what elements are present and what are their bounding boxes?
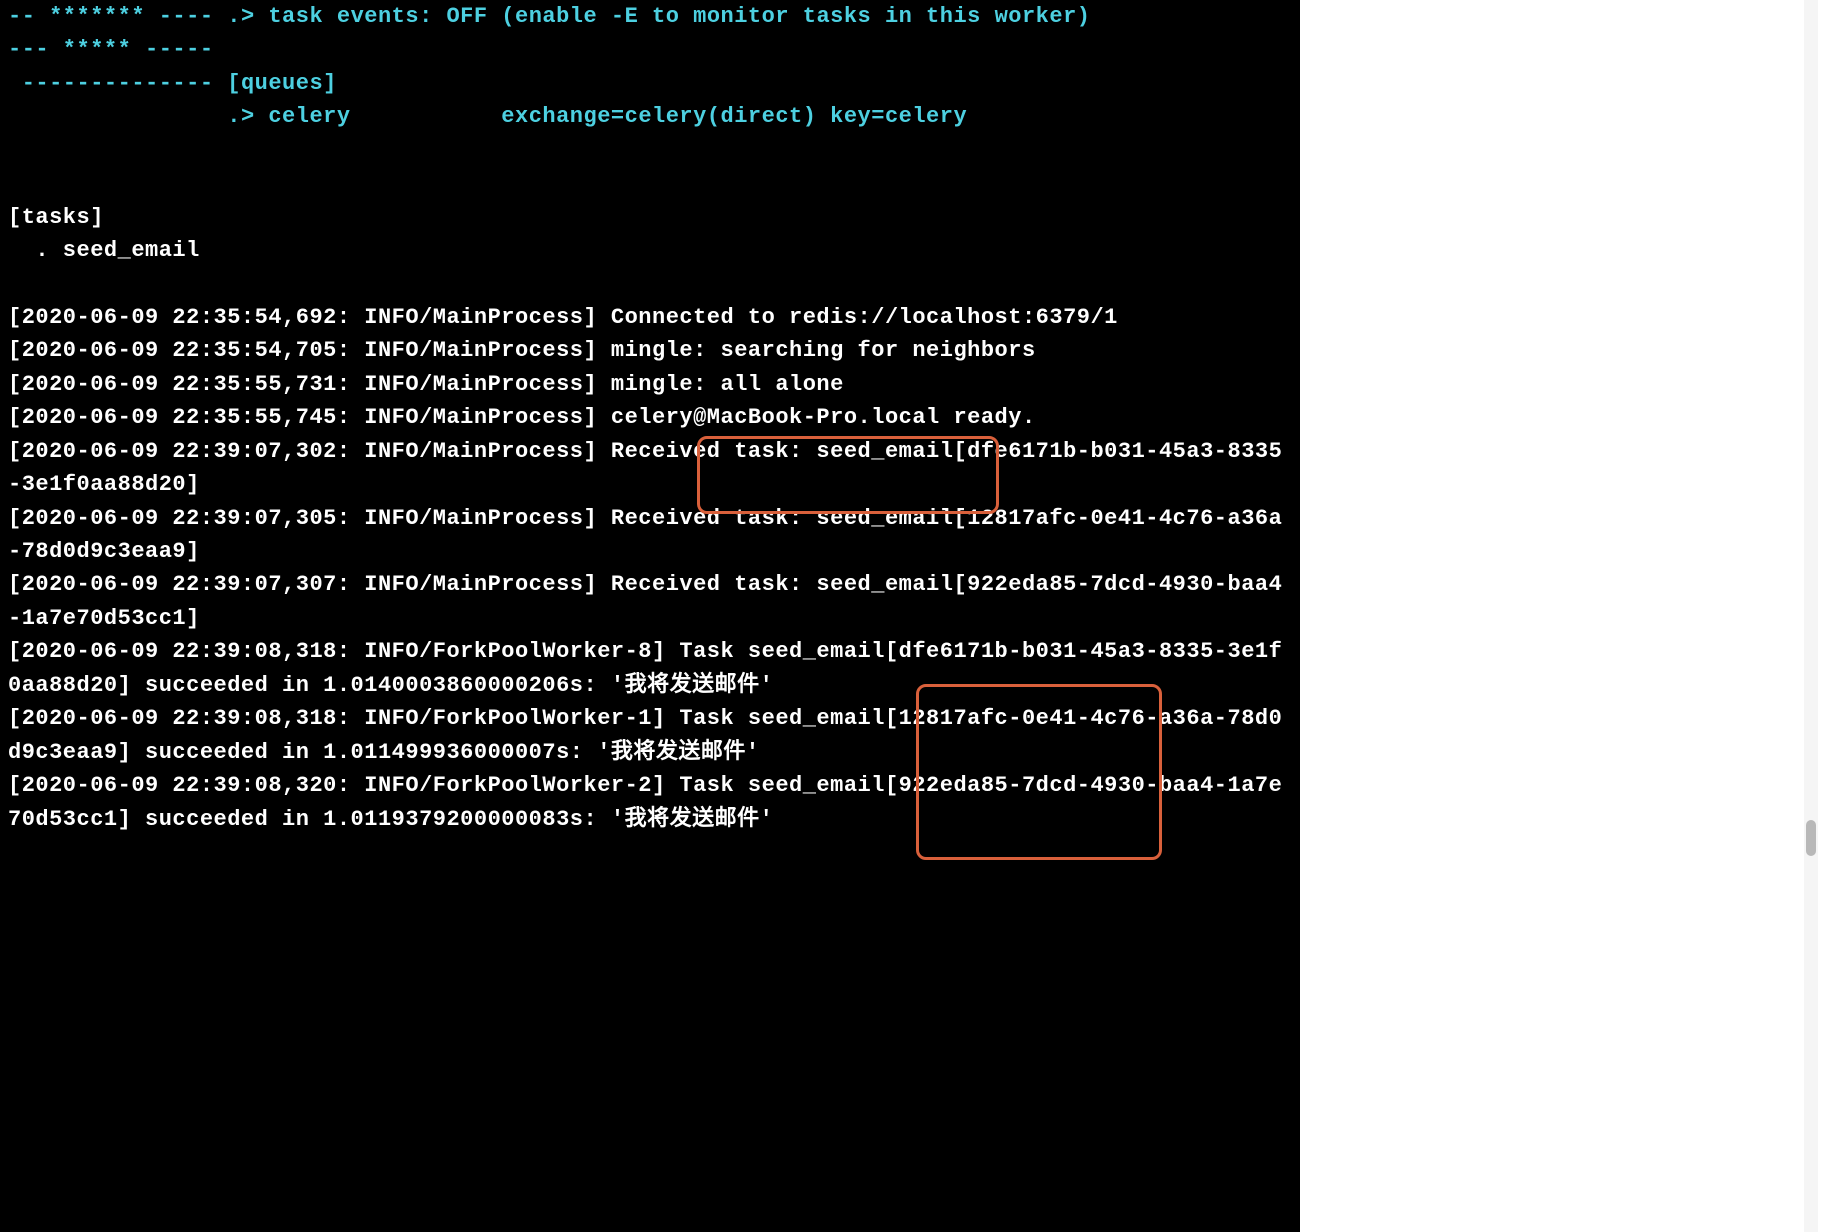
log-line-ready: [2020-06-09 22:35:55,745: INFO/MainProce…: [8, 405, 1036, 430]
log-line-connected: [2020-06-09 22:35:54,692: INFO/MainProce…: [8, 305, 1118, 330]
banner-line-1-prefix: -- ******* ----: [8, 4, 214, 29]
scrollbar-track[interactable]: [1804, 0, 1818, 1232]
terminal-output: -- ******* ---- .> task events: OFF (ena…: [0, 0, 1300, 1232]
banner-line-2: --- ***** -----: [8, 37, 214, 62]
log-line-received-3: [2020-06-09 22:39:07,307: INFO/MainProce…: [8, 572, 1282, 630]
tasks-header: [tasks]: [8, 205, 104, 230]
banner-line-4-prefix: [8, 104, 214, 129]
banner-line-1-content: .> task events: OFF (enable -E to monito…: [227, 4, 1090, 29]
log-line-mingle-alone: [2020-06-09 22:35:55,731: INFO/MainProce…: [8, 372, 844, 397]
scrollbar-thumb[interactable]: [1806, 820, 1816, 856]
queue-celery: .> celery exchange=celery(direct) key=ce…: [227, 104, 967, 129]
log-line-mingle-search: [2020-06-09 22:35:54,705: INFO/MainProce…: [8, 338, 1036, 363]
annotation-received-task-box: [697, 436, 999, 514]
log-line-received-2: [2020-06-09 22:39:07,305: INFO/MainProce…: [8, 506, 1282, 564]
banner-line-3-prefix: --------------: [8, 71, 214, 96]
task-item-seed-email: . seed_email: [8, 238, 200, 263]
page-background: [1300, 0, 1824, 1232]
queues-header: [queues]: [227, 71, 337, 96]
log-line-received-1: [2020-06-09 22:39:07,302: INFO/MainProce…: [8, 439, 1282, 497]
annotation-result-box: [916, 684, 1162, 860]
